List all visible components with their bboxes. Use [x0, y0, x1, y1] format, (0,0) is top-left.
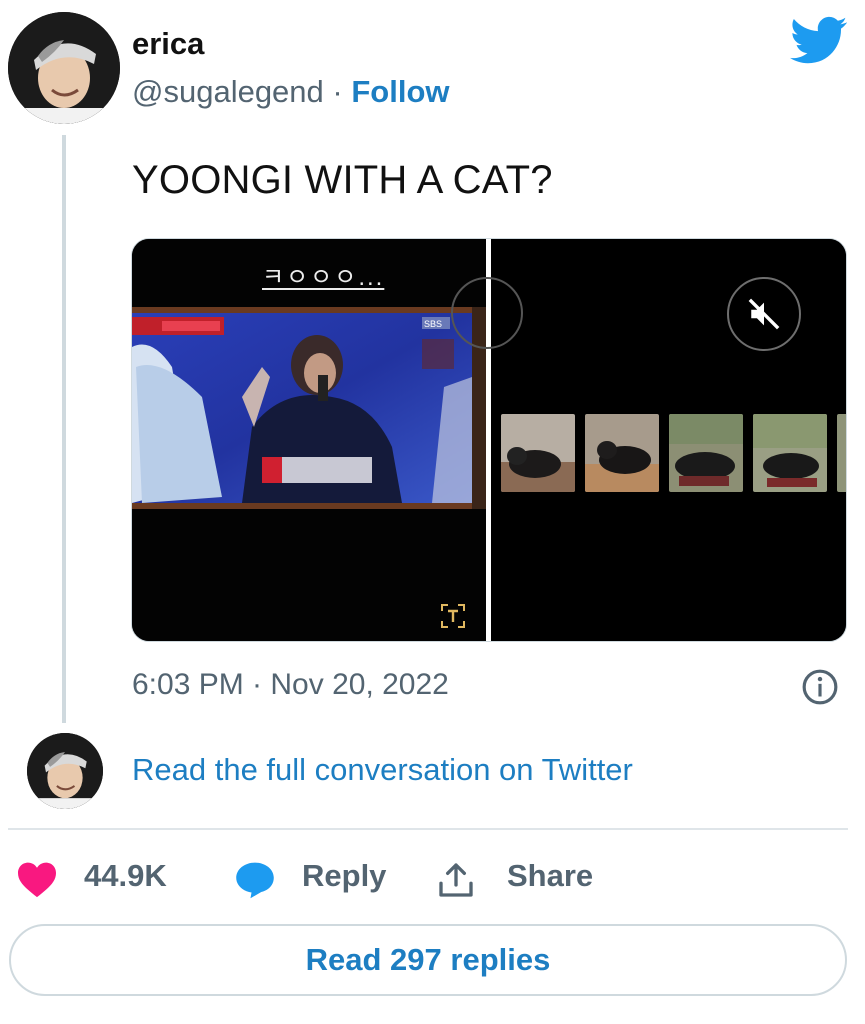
video-thumbnail: [501, 414, 575, 492]
text-recognition-icon[interactable]: [440, 603, 466, 629]
image-caption: ㅋㅇㅇㅇ...: [262, 264, 385, 291]
video-thumbnail: [669, 414, 743, 492]
follow-link[interactable]: Follow: [351, 74, 449, 109]
share-button[interactable]: Share: [507, 858, 593, 894]
read-replies-label: Read 297 replies: [305, 942, 551, 977]
handle-separator: ·: [323, 74, 352, 109]
user-handle[interactable]: @sugalegend: [132, 74, 324, 109]
reply-bubble-icon[interactable]: [234, 860, 276, 900]
video-thumbnail: [753, 414, 827, 492]
playback-ring: [451, 277, 523, 349]
like-count[interactable]: 44.9K: [84, 858, 167, 894]
media-video-right[interactable]: [451, 239, 846, 641]
avatar-photo: [27, 733, 103, 809]
read-replies-button[interactable]: Read 297 replies: [9, 924, 847, 996]
media-image-left[interactable]: ㅋㅇㅇㅇ... SBS: [132, 239, 486, 641]
display-name[interactable]: erica: [132, 26, 204, 62]
video-thumbnail: [837, 414, 846, 492]
author-avatar[interactable]: [8, 12, 120, 124]
tv-channel-logo: SBS: [424, 319, 442, 329]
info-icon[interactable]: [801, 668, 839, 706]
tv-screen-photo: SBS: [132, 307, 486, 509]
share-icon[interactable]: [436, 860, 476, 900]
action-bar: 44.9K Reply Share: [0, 850, 865, 906]
tweet-timestamp[interactable]: 6:03 PM · Nov 20, 2022: [132, 668, 449, 702]
mute-button[interactable]: [727, 277, 801, 351]
twitter-bird-icon[interactable]: [790, 16, 848, 66]
video-thumbnail: [585, 414, 659, 492]
read-conversation-link[interactable]: Read the full conversation on Twitter: [132, 752, 633, 788]
reply-button[interactable]: Reply: [302, 858, 386, 894]
video-frame-strip: [501, 414, 846, 494]
tweet-text: YOONGI WITH A CAT?: [132, 158, 553, 202]
divider: [8, 828, 848, 830]
avatar-photo: [8, 12, 120, 124]
thread-line: [62, 135, 66, 723]
handle-row: @sugalegend · Follow: [132, 74, 450, 110]
media-grid[interactable]: ㅋㅇㅇㅇ... SBS: [131, 238, 847, 642]
heart-icon[interactable]: [16, 860, 58, 898]
conversation-avatar[interactable]: [27, 733, 103, 809]
mute-icon: [748, 298, 780, 330]
